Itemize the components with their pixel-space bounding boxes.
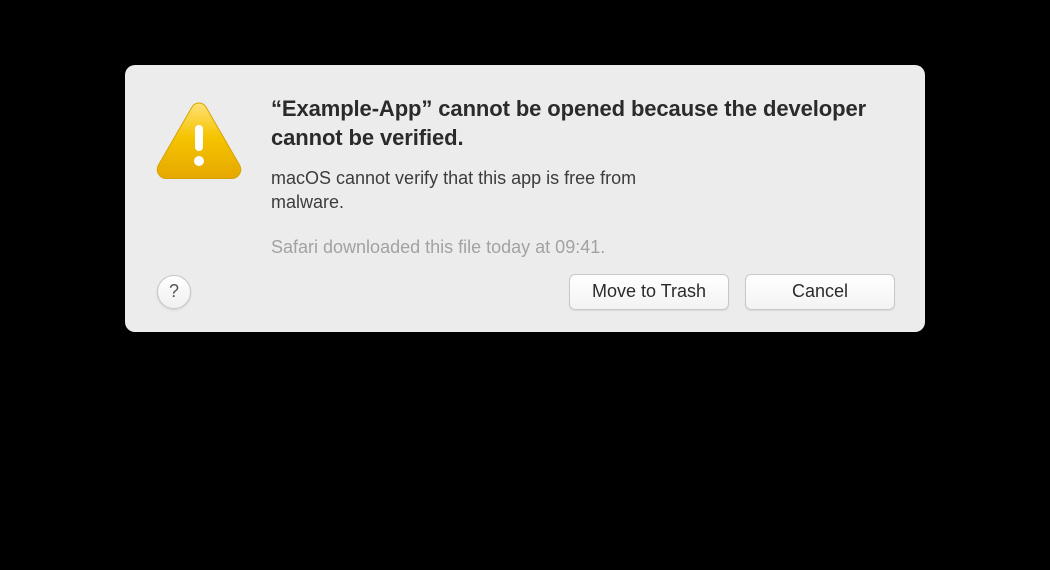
cancel-button[interactable]: Cancel [745,274,895,310]
warning-triangle-icon [155,99,243,181]
dialog-subtext: macOS cannot verify that this app is fre… [271,166,711,215]
gatekeeper-dialog: “Example-App” cannot be opened because t… [125,65,925,332]
dialog-icon-column [155,95,243,258]
dialog-download-origin: Safari downloaded this file today at 09:… [271,237,895,258]
dialog-footer: ? Move to Trash Cancel [155,274,895,310]
move-to-trash-button[interactable]: Move to Trash [569,274,729,310]
help-button[interactable]: ? [157,275,191,309]
dialog-headline: “Example-App” cannot be opened because t… [271,95,895,152]
dialog-content: “Example-App” cannot be opened because t… [271,95,895,258]
dialog-body: “Example-App” cannot be opened because t… [155,95,895,258]
